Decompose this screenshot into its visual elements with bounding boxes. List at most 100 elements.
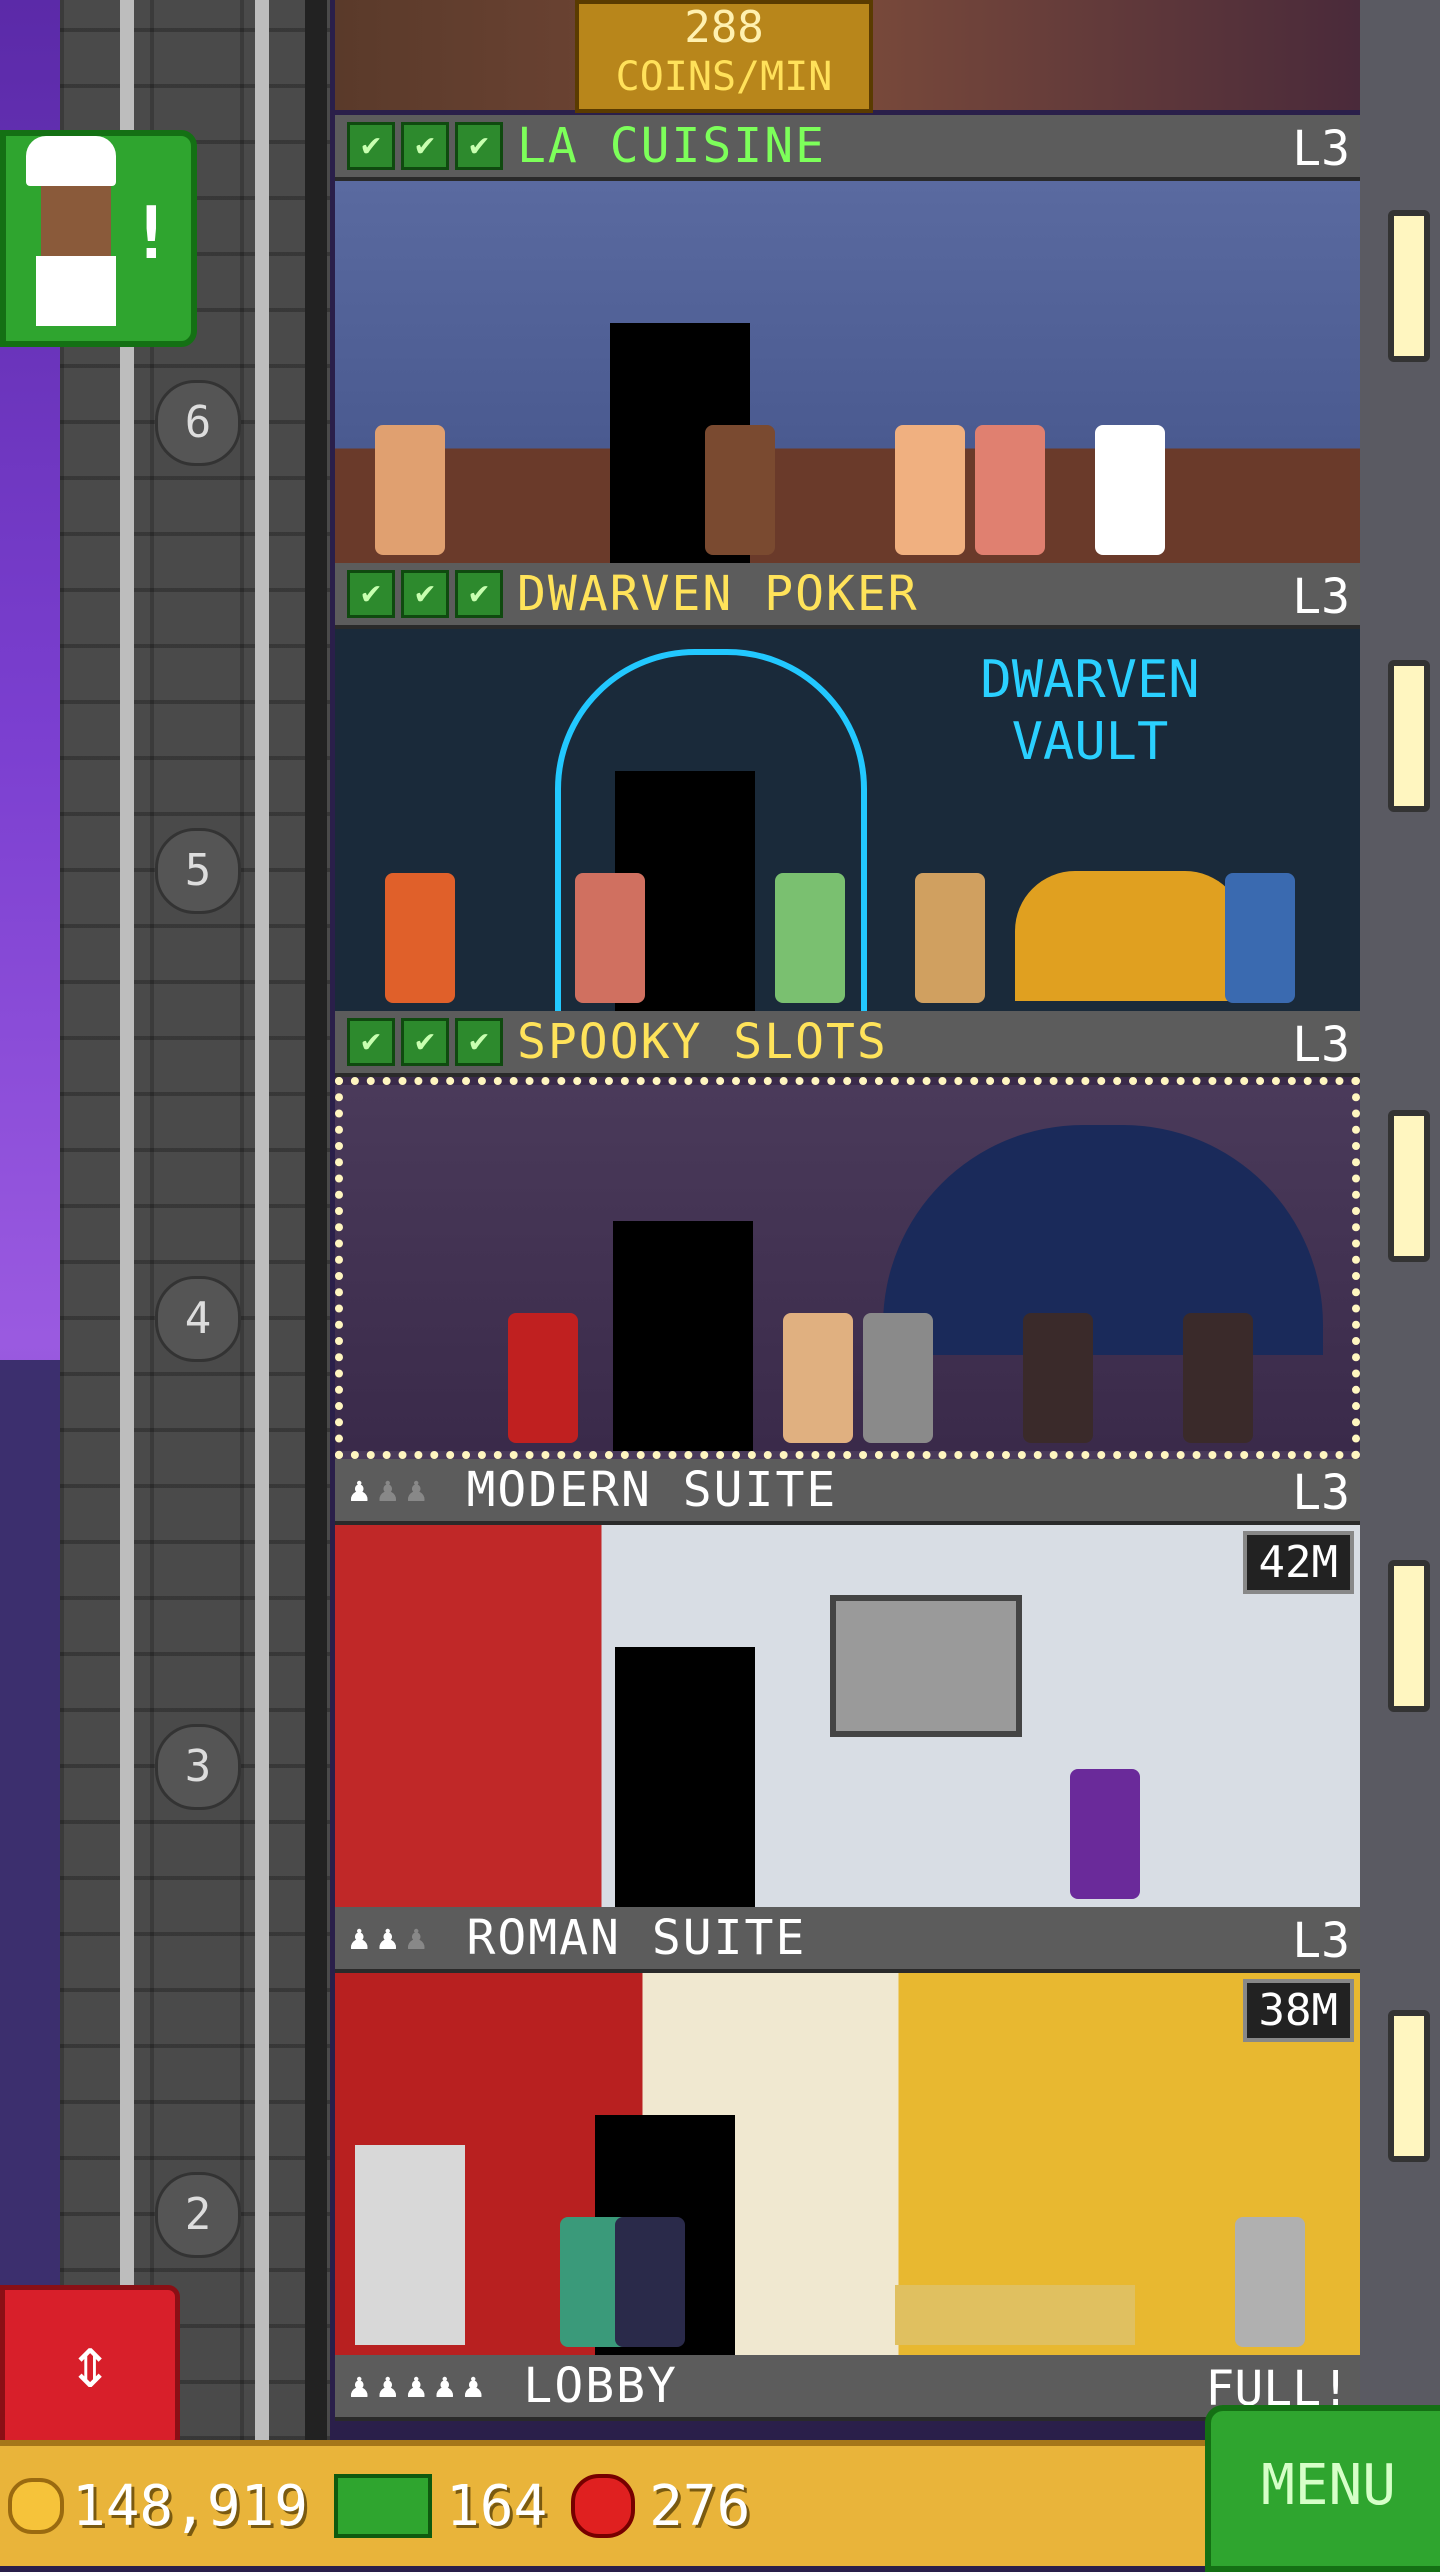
- doorway: [615, 1647, 755, 1907]
- coin-rate-box: 288 COINS/MIN: [575, 0, 873, 113]
- lobby-people-indicator: ♟ ♟ ♟ ♟ ♟: [349, 2366, 483, 2406]
- resident-character: [1235, 2217, 1305, 2347]
- floor-number-3: 3: [155, 1724, 241, 1810]
- resident-character: [615, 2217, 685, 2347]
- check-icon: ✔: [347, 1018, 395, 1066]
- floor-name: SPOOKY SLOTS: [517, 1014, 888, 1070]
- waiter-character: [375, 425, 445, 555]
- residents-indicator: ♟ ♟ ♟: [349, 1470, 426, 1510]
- resident-icon: ♟: [349, 1470, 370, 1510]
- gem-icon: [571, 2474, 636, 2538]
- slot-machine: [1183, 1313, 1253, 1443]
- elevator-button[interactable]: ⇕: [0, 2285, 180, 2450]
- resident-icon: ♟: [405, 1470, 427, 1510]
- check-icon: ✔: [347, 570, 395, 618]
- floor-level: L3: [1292, 1465, 1350, 1521]
- chef-body: [36, 256, 116, 326]
- abstract-painting: [830, 1595, 1022, 1737]
- menu-button[interactable]: MENU: [1205, 2405, 1440, 2572]
- resident-character: [1070, 1769, 1140, 1899]
- restaurant-scene: [335, 181, 1360, 563]
- visitor-character: [783, 1313, 853, 1443]
- resident-icon: ♟: [377, 1470, 398, 1510]
- elevator-shaft: [60, 0, 330, 2440]
- visitor-character: [915, 873, 985, 1003]
- resident-icon: ♟: [377, 1918, 398, 1958]
- tower-bux-icon: [334, 2474, 433, 2538]
- casino-scene: DWARVEN VAULT: [335, 629, 1360, 1021]
- coin-icon: [8, 2478, 64, 2534]
- check-icon: ✔: [401, 570, 449, 618]
- visitor-character: [575, 873, 645, 1003]
- floor-number-6: 6: [155, 380, 241, 466]
- gems-count: 276: [649, 2473, 751, 2539]
- stained-window: [883, 1125, 1323, 1355]
- slot-machine: [1023, 1313, 1093, 1443]
- floor-number-2: 2: [155, 2172, 241, 2258]
- chef-character: [1095, 425, 1165, 555]
- coin-rate-unit: COINS/MIN: [615, 54, 833, 100]
- statue: [355, 2145, 465, 2345]
- dwarf-character: [1225, 873, 1295, 1003]
- visitor-character: [975, 425, 1045, 555]
- up-down-arrows-icon: ⇕: [68, 2320, 112, 2404]
- floor-la-cuisine[interactable]: ✔ ✔ ✔ LA CUISINE L3: [335, 115, 1360, 563]
- floor-number-5: 5: [155, 828, 241, 914]
- modern-apartment-scene: 42M: [335, 1525, 1360, 1907]
- tower-window: [1388, 660, 1430, 812]
- resident-icon: ♟: [462, 2366, 484, 2406]
- resident-icon: ♟: [405, 2366, 427, 2406]
- chef-icon: [26, 136, 116, 186]
- floor-roman-suite[interactable]: ♟ ♟ ♟ ROMAN SUITE L3 38M: [335, 1907, 1360, 2355]
- floor-level: L3: [1292, 1913, 1350, 1969]
- floor-spooky-slots[interactable]: ✔ ✔ ✔ SPOOKY SLOTS L3: [335, 1011, 1360, 1459]
- floor-name: ROMAN SUITE: [466, 1910, 807, 1966]
- floor-name: LA CUISINE: [517, 118, 826, 174]
- resident-icon: ♟: [349, 1918, 370, 1958]
- slots-scene: [335, 1077, 1360, 1459]
- check-icon: ✔: [401, 122, 449, 170]
- alert-badge: !: [129, 191, 173, 275]
- coin-rate-value: 288: [684, 2, 764, 53]
- floor-dwarven-poker[interactable]: ✔ ✔ ✔ DWARVEN POKER L3 DWARVEN VAULT: [335, 563, 1360, 1021]
- check-icon: ✔: [455, 570, 503, 618]
- floor-level: L3: [1292, 569, 1350, 625]
- check-icon: ✔: [401, 1018, 449, 1066]
- chef-face: [41, 186, 111, 256]
- visitor-character: [775, 873, 845, 1003]
- visitor-character: [705, 425, 775, 555]
- dwarven-vault-sign: DWARVEN VAULT: [980, 650, 1200, 772]
- floor-number-4: 4: [155, 1276, 241, 1362]
- floor-name: DWARVEN POKER: [517, 566, 919, 622]
- chef-notification-button[interactable]: !: [0, 130, 197, 347]
- roman-couch: [895, 2285, 1135, 2345]
- resident-icon: ♟: [405, 1918, 427, 1958]
- resident-icon: ♟: [434, 2366, 455, 2406]
- residents-indicator: ♟ ♟ ♟: [349, 1918, 426, 1958]
- city-silhouette: [0, 1360, 60, 2440]
- stock-checks: ✔ ✔ ✔: [347, 570, 503, 618]
- floor-name: LOBBY: [523, 2358, 678, 2414]
- resident-icon: ♟: [377, 2366, 398, 2406]
- floor-label-bar: ✔ ✔ ✔ LA CUISINE L3: [335, 115, 1360, 181]
- floor-label-bar: ✔ ✔ ✔ SPOOKY SLOTS L3: [335, 1011, 1360, 1077]
- tower-window: [1388, 1560, 1430, 1712]
- room-price-badge: 42M: [1242, 1531, 1354, 1594]
- elevator-cable: [305, 0, 327, 2440]
- stock-checks: ✔ ✔ ✔: [347, 1018, 503, 1066]
- floor-level: L3: [1292, 1017, 1350, 1073]
- gold-treasure-pile: [1015, 871, 1245, 1001]
- check-icon: ✔: [455, 122, 503, 170]
- bellhop-character: [508, 1313, 578, 1443]
- tower-window: [1388, 2010, 1430, 2162]
- check-icon: ✔: [455, 1018, 503, 1066]
- roman-apartment-scene: 38M: [335, 1973, 1360, 2355]
- floor-level: L3: [1292, 121, 1350, 177]
- floor-label-bar: ✔ ✔ ✔ DWARVEN POKER L3: [335, 563, 1360, 629]
- floor-modern-suite[interactable]: ♟ ♟ ♟ MODERN SUITE L3 42M: [335, 1459, 1360, 1907]
- elevator-rail-left: [120, 0, 134, 2440]
- zombie-character: [863, 1313, 933, 1443]
- visitor-character: [895, 425, 965, 555]
- resident-icon: ♟: [349, 2366, 370, 2406]
- doorway: [613, 1221, 753, 1451]
